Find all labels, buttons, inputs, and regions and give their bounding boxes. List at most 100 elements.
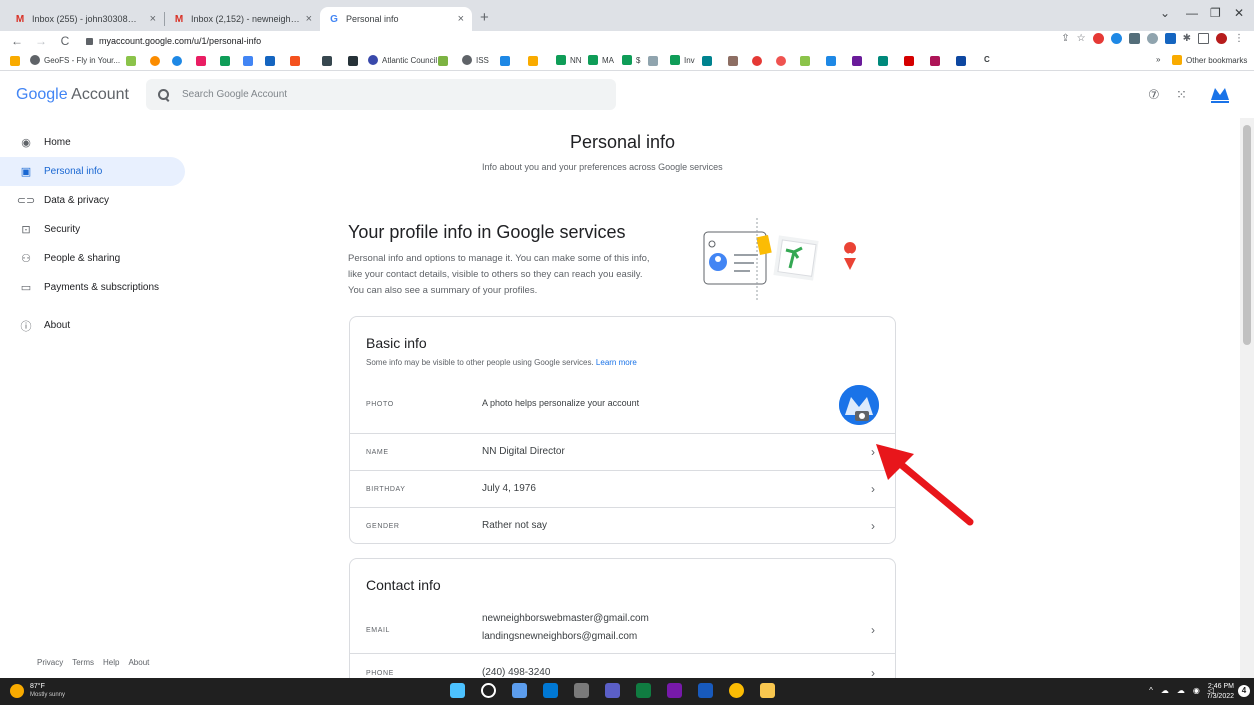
close-icon[interactable]: ×	[306, 13, 312, 25]
bookmark-iss[interactable]: ISS	[462, 55, 489, 65]
chevron-right-icon[interactable]: ›	[871, 623, 875, 637]
back-arrow-icon[interactable]: ←	[10, 34, 24, 48]
tab-gmail-inbox-1[interactable]: M Inbox (255) - john30308@gmail.c ×	[6, 7, 164, 31]
bookmark-ma[interactable]: MA	[588, 55, 614, 65]
tab-search-icon[interactable]: ⌄	[1160, 6, 1170, 20]
bookmark-icon[interactable]	[528, 56, 538, 66]
bookmark-icon[interactable]	[956, 56, 966, 66]
gender-row[interactable]: GENDER Rather not say ›	[350, 507, 895, 544]
bookmark-geofs[interactable]: GeoFS - Fly in Your...	[30, 55, 120, 65]
account-avatar[interactable]	[1206, 80, 1234, 108]
bookmark-icon[interactable]	[728, 56, 738, 66]
bookmark-icon[interactable]	[126, 56, 136, 66]
maximize-button[interactable]: ❐	[1210, 6, 1221, 20]
name-row[interactable]: NAME NN Digital Director ›	[350, 433, 895, 470]
new-tab-button[interactable]: +	[480, 9, 489, 26]
email-row[interactable]: EMAIL newneighborswebmaster@gmail.com la…	[350, 605, 895, 653]
puzzle-extensions-icon[interactable]: ✱	[1183, 33, 1191, 44]
bookmark-icon[interactable]	[172, 56, 182, 66]
windows-start-icon[interactable]	[450, 683, 465, 698]
reload-icon[interactable]: C	[58, 34, 72, 48]
bookmark-icon[interactable]	[220, 56, 230, 66]
side-panel-icon[interactable]	[1198, 33, 1209, 44]
bookmark-icon[interactable]	[930, 56, 940, 66]
privacy-link[interactable]: Privacy	[37, 658, 63, 667]
search-input[interactable]: Search Google Account	[182, 89, 287, 100]
profile-avatar-icon[interactable]	[1216, 33, 1227, 44]
bookmark-icon[interactable]	[878, 56, 888, 66]
bookmark-icon[interactable]	[648, 56, 658, 66]
sidebar-item-people-sharing[interactable]: ⚇ People & sharing	[0, 244, 185, 273]
bookmark-icon[interactable]	[243, 56, 253, 66]
folder-icon[interactable]	[760, 683, 775, 698]
sidebar-item-security[interactable]: ⊡ Security	[0, 215, 185, 244]
google-account-logo[interactable]: Google Account	[16, 86, 129, 104]
bookmark-icon[interactable]	[150, 56, 160, 66]
search-icon[interactable]	[481, 683, 496, 698]
file-explorer-icon[interactable]	[512, 683, 527, 698]
profile-photo-avatar[interactable]	[839, 385, 879, 425]
bookmark-inv[interactable]: Inv	[670, 55, 695, 65]
onenote-icon[interactable]	[667, 683, 682, 698]
learn-more-link[interactable]: Learn more	[596, 358, 637, 367]
taskbar-clock[interactable]: 2:46 PM 7/3/2022	[1207, 682, 1234, 702]
scrollbar-thumb[interactable]	[1243, 125, 1251, 345]
terms-link[interactable]: Terms	[72, 658, 94, 667]
close-window-button[interactable]: ✕	[1234, 6, 1244, 20]
bookmark-dollar[interactable]: $	[622, 55, 640, 65]
bookmark-icon[interactable]	[800, 56, 810, 66]
address-bar[interactable]: myaccount.google.com/u/1/personal-info	[86, 33, 986, 49]
teams-icon[interactable]	[605, 683, 620, 698]
apps-grid-icon[interactable]: ⁙	[1176, 87, 1187, 103]
onedrive-icon[interactable]: ☁	[1177, 686, 1185, 695]
extension-icon[interactable]	[1092, 33, 1104, 44]
sidebar-item-data-privacy[interactable]: ⊂⊃ Data & privacy	[0, 186, 185, 215]
bookmark-icon[interactable]	[776, 56, 786, 66]
photo-row[interactable]: PHOTO A photo helps personalize your acc…	[350, 379, 895, 433]
sidebar-item-about[interactable]: ⓘ About	[0, 311, 185, 340]
bookmarks-overflow[interactable]: »	[1156, 55, 1160, 64]
extension-icon[interactable]	[1164, 33, 1176, 44]
about-link[interactable]: About	[128, 658, 149, 667]
tab-gmail-inbox-2[interactable]: M Inbox (2,152) - newneighborswel ×	[165, 7, 320, 31]
close-icon[interactable]: ×	[150, 13, 156, 25]
search-bar[interactable]: Search Google Account	[146, 79, 616, 110]
chrome-menu-icon[interactable]: ⋮	[1234, 33, 1244, 44]
help-icon[interactable]: ⑦	[1148, 87, 1160, 103]
bookmark-nn[interactable]: NN	[556, 55, 582, 65]
bookmark-atlantic-council[interactable]: Atlantic Council	[368, 55, 437, 65]
birthday-row[interactable]: BIRTHDAY July 4, 1976 ›	[350, 470, 895, 507]
bookmark-other-bookmarks[interactable]: Other bookmarks	[1172, 55, 1247, 65]
chevron-up-icon[interactable]: ^	[1149, 686, 1153, 695]
excel-icon[interactable]	[636, 683, 651, 698]
bookmark-icon[interactable]	[196, 56, 206, 66]
extension-icon[interactable]	[1128, 33, 1140, 44]
bookmark-icon[interactable]	[852, 56, 862, 66]
bookmark-star-icon[interactable]: ☆	[1077, 33, 1086, 44]
bookmark-icon[interactable]	[265, 56, 275, 66]
bookmark-icon[interactable]	[752, 56, 762, 66]
lock-icon[interactable]	[86, 37, 93, 45]
sidebar-item-personal-info[interactable]: ▣ Personal info	[0, 157, 185, 186]
sidebar-item-home[interactable]: ◉ Home	[0, 128, 185, 157]
app-icon[interactable]	[574, 683, 589, 698]
bookmark-c[interactable]: C	[984, 55, 990, 64]
tab-personal-info[interactable]: G Personal info ×	[320, 7, 472, 31]
sidebar-item-payments[interactable]: ▭ Payments & subscriptions	[0, 273, 185, 302]
bookmark-icon[interactable]	[826, 56, 836, 66]
extension-icon[interactable]	[1146, 33, 1158, 44]
search-icon[interactable]	[158, 88, 170, 101]
weather-widget[interactable]: 87°F Mostly sunny	[10, 682, 65, 699]
bookmark-icon[interactable]	[500, 56, 510, 66]
chrome-icon[interactable]	[729, 683, 744, 698]
cloud-icon[interactable]: ☁	[1161, 686, 1169, 695]
bookmark-icon[interactable]	[438, 56, 448, 66]
bookmark-icon[interactable]	[348, 56, 358, 66]
share-icon[interactable]: ⇪	[1061, 33, 1069, 44]
bookmark-icon[interactable]	[290, 56, 300, 66]
app-icon[interactable]	[543, 683, 558, 698]
close-icon[interactable]: ×	[458, 13, 464, 25]
bookmark-icon[interactable]	[904, 56, 914, 66]
forward-arrow-icon[interactable]: →	[34, 34, 48, 48]
minimize-button[interactable]: —	[1186, 6, 1198, 20]
